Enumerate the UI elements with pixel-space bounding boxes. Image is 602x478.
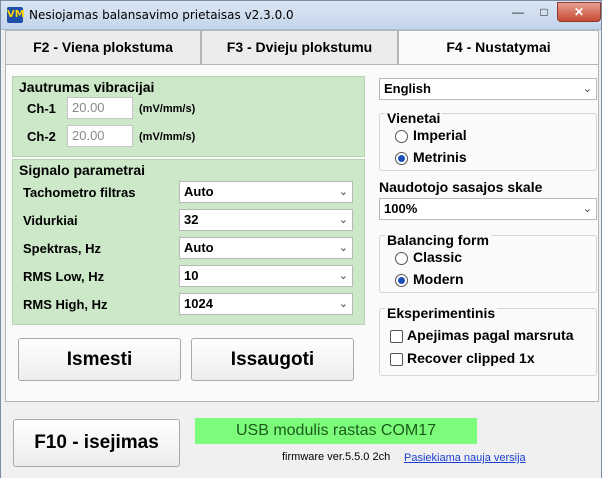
recover-clipped-checkbox[interactable] <box>390 353 403 366</box>
imperial-label[interactable]: Imperial <box>413 127 467 143</box>
tacho-filter-label: Tachometro filtras <box>23 185 136 200</box>
signal-title: Signalo parametrai <box>19 162 146 178</box>
signal-panel: Signalo parametrai Tachometro filtras Au… <box>12 159 365 325</box>
sensitivity-title: Jautrumas vibracijai <box>19 79 155 95</box>
ui-scale-select[interactable]: 100% ⌄ <box>379 198 597 220</box>
ch1-label: Ch-1 <box>27 101 56 116</box>
spectrum-select[interactable]: Auto ⌄ <box>179 237 353 259</box>
chevron-down-icon: ⌄ <box>582 83 592 95</box>
language-value: English <box>384 81 431 96</box>
ch1-sensitivity-input[interactable]: 20.00 <box>67 97 133 119</box>
window-title: Nesiojamas balansavimo prietaisas v2.3.0… <box>29 8 294 22</box>
classic-radio[interactable] <box>395 252 408 265</box>
recover-clipped-label[interactable]: Recover clipped 1x <box>407 350 535 366</box>
ch2-label: Ch-2 <box>27 129 56 144</box>
app-logo-icon: VM <box>7 7 25 23</box>
route-bypass-label[interactable]: Apejimas pagal marsruta <box>407 327 574 343</box>
spectrum-label: Spektras, Hz <box>23 241 102 256</box>
usb-status-badge: USB modulis rastas COM17 <box>195 418 477 444</box>
modern-radio[interactable] <box>395 274 408 287</box>
title-bar[interactable]: VM Nesiojamas balansavimo prietaisas v2.… <box>1 1 601 30</box>
ch2-unit: (mV/mm/s) <box>139 131 196 143</box>
balancing-form-group: Balancing form Classic Modern <box>379 232 597 293</box>
rms-high-value: 1024 <box>184 296 213 311</box>
tab-settings[interactable]: F4 - Nustatymai <box>398 30 599 64</box>
rms-high-select[interactable]: 1024 ⌄ <box>179 293 353 315</box>
chevron-down-icon: ⌄ <box>338 270 348 282</box>
averages-value: 32 <box>184 212 199 227</box>
tab-bar: F2 - Viena plokstuma F3 - Dvieju plokstu… <box>5 30 599 64</box>
chevron-down-icon: ⌄ <box>338 186 348 198</box>
averages-label: Vidurkiai <box>23 213 78 228</box>
experimental-title: Eksperimentinis <box>385 305 498 321</box>
ch2-sensitivity-input[interactable]: 20.00 <box>67 125 133 147</box>
close-icon[interactable]: ✕ <box>557 2 601 22</box>
minimize-icon[interactable]: — <box>505 2 531 22</box>
units-title: Vienetai <box>385 110 443 126</box>
route-bypass-checkbox[interactable] <box>390 330 403 343</box>
maximize-icon[interactable]: □ <box>531 2 557 22</box>
chevron-down-icon: ⌄ <box>582 203 592 215</box>
classic-label[interactable]: Classic <box>413 249 462 265</box>
rms-low-label: RMS Low, Hz <box>23 269 105 284</box>
exit-button[interactable]: F10 - isejimas <box>13 419 180 467</box>
ui-scale-value: 100% <box>384 201 418 216</box>
tacho-filter-value: Auto <box>184 184 214 199</box>
footer-bar: F10 - isejimas USB modulis rastas COM17 … <box>1 406 601 478</box>
experimental-group: Eksperimentinis Apejimas pagal marsruta … <box>379 305 597 376</box>
spectrum-value: Auto <box>184 240 214 255</box>
app-window: VM Nesiojamas balansavimo prietaisas v2.… <box>0 0 602 478</box>
tab-two-plane[interactable]: F3 - Dvieju plokstumu <box>201 30 398 64</box>
firmware-version: firmware ver.5.5.0 2ch <box>282 451 391 463</box>
settings-page: Jautrumas vibracijai Ch-1 20.00 (mV/mm/s… <box>5 64 599 402</box>
ch1-unit: (mV/mm/s) <box>139 103 196 115</box>
language-select[interactable]: English ⌄ <box>379 78 597 100</box>
modern-label[interactable]: Modern <box>413 271 464 287</box>
tacho-filter-select[interactable]: Auto ⌄ <box>179 181 353 203</box>
ui-scale-label: Naudotojo sasajos skale <box>379 179 543 195</box>
rms-low-select[interactable]: 10 ⌄ <box>179 265 353 287</box>
chevron-down-icon: ⌄ <box>338 214 348 226</box>
balancing-form-title: Balancing form <box>385 232 491 248</box>
chevron-down-icon: ⌄ <box>338 242 348 254</box>
tab-single-plane[interactable]: F2 - Viena plokstuma <box>5 30 201 64</box>
sensitivity-panel: Jautrumas vibracijai Ch-1 20.00 (mV/mm/s… <box>12 76 365 157</box>
rms-low-value: 10 <box>184 268 199 283</box>
units-group: Vienetai Imperial Metrinis <box>379 110 597 171</box>
rms-high-label: RMS High, Hz <box>23 297 108 312</box>
save-button[interactable]: Issaugoti <box>191 338 354 381</box>
metric-radio[interactable] <box>395 152 408 165</box>
update-available-link[interactable]: Pasiekiama nauja versija <box>404 452 526 464</box>
chevron-down-icon: ⌄ <box>338 298 348 310</box>
averages-select[interactable]: 32 ⌄ <box>179 209 353 231</box>
metric-label[interactable]: Metrinis <box>413 149 467 165</box>
imperial-radio[interactable] <box>395 130 408 143</box>
discard-button[interactable]: Ismesti <box>18 338 181 381</box>
